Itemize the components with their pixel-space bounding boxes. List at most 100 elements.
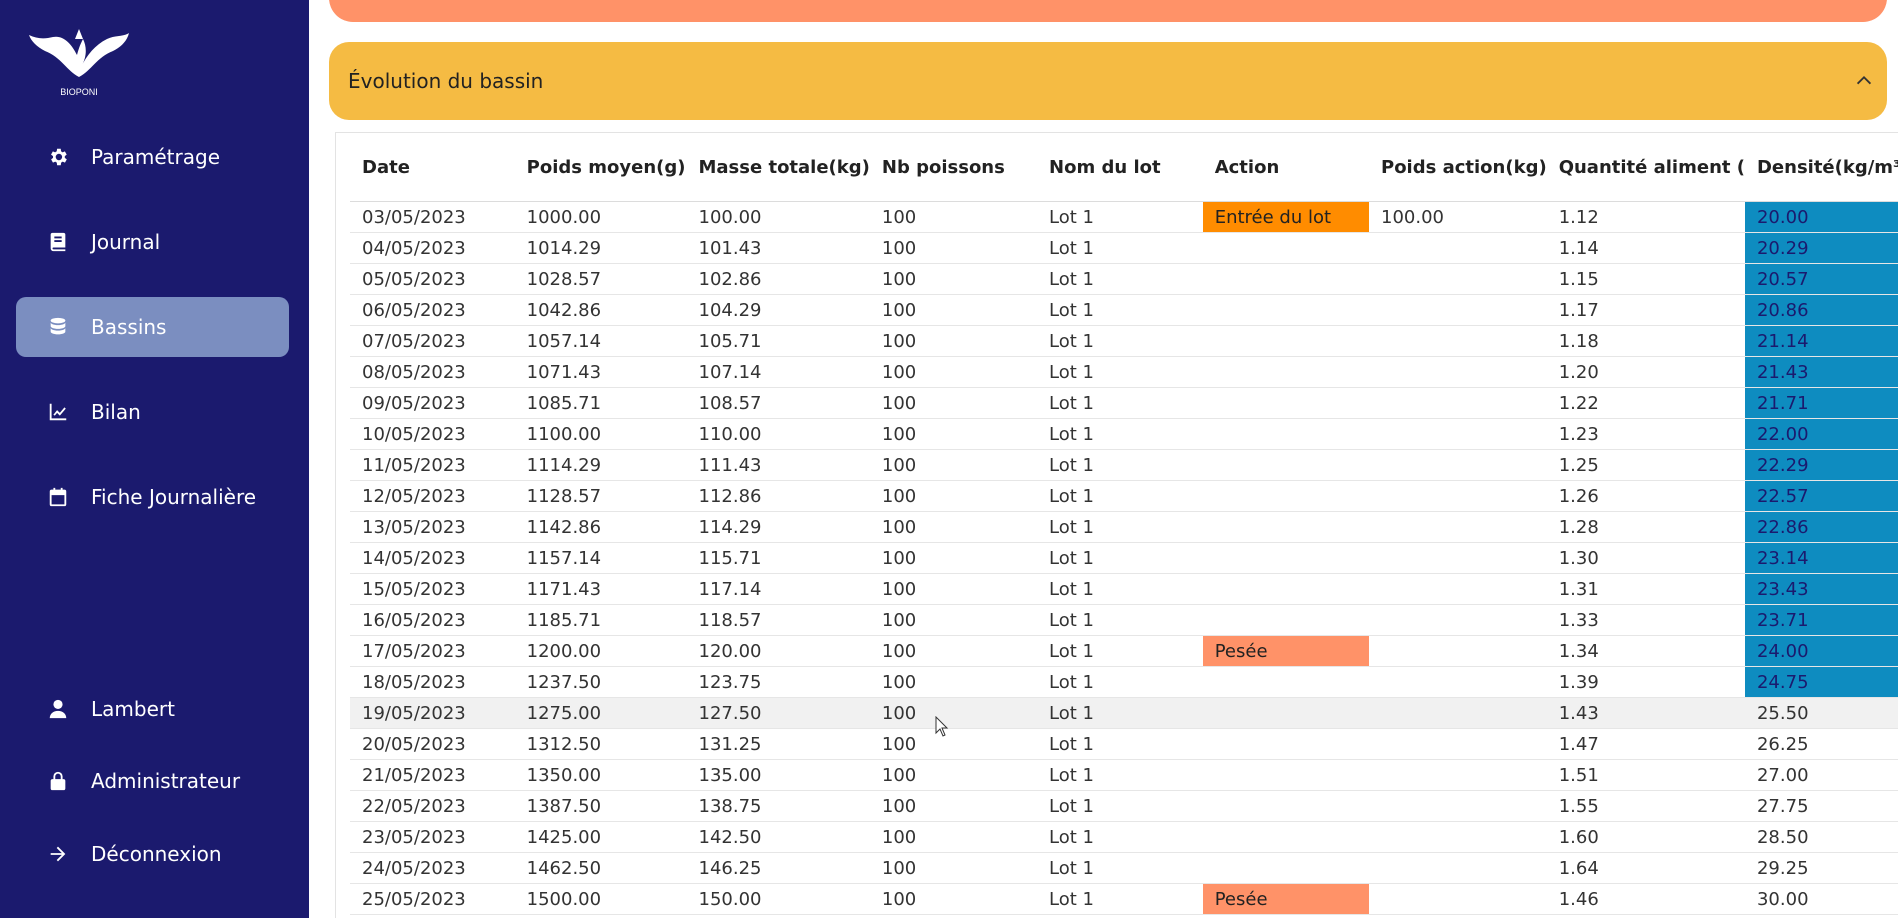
cell-date: 06/05/2023 [350, 294, 515, 326]
cell-action [1202, 821, 1369, 853]
sidebar-item-administrateur[interactable]: Administrateur [16, 751, 289, 811]
cell-poids-action [1369, 573, 1547, 605]
table-row[interactable]: 19/05/2023 1275.00 127.50 100 Lot 1 1.43 25.50 [350, 697, 1898, 729]
cell-densite: 20.00 [1744, 201, 1898, 233]
cell-action [1202, 294, 1369, 326]
cell-date: 12/05/2023 [350, 480, 515, 512]
chevron-up-icon[interactable] [1853, 69, 1875, 91]
table-row[interactable]: 18/05/2023 1237.50 123.75 100 Lot 1 1.39 24.75 [350, 666, 1898, 698]
col-header-poids-moyen[interactable]: Poids moyen(g) [514, 133, 687, 202]
table-row[interactable]: 05/05/2023 1028.57 102.86 100 Lot 1 1.15 20.57 [350, 263, 1898, 295]
cell-poids-moyen: 1425.00 [514, 821, 687, 853]
cell-quantite-aliment: 1.33 [1546, 604, 1745, 636]
cell-action [1202, 573, 1369, 605]
table-row[interactable]: 25/05/2023 1500.00 150.00 100 Lot 1 Pesée 1.46… [350, 883, 1898, 915]
cell-poids-action [1369, 697, 1547, 729]
sidebar-item-deconnexion[interactable]: Déconnexion [16, 824, 289, 884]
sidebar-item-parametrage[interactable]: Paramétrage [16, 127, 289, 187]
previous-panel-header[interactable] [329, 0, 1887, 22]
cell-poids-moyen: 1057.14 [514, 325, 687, 357]
cell-poids-action [1369, 759, 1547, 791]
sidebar-item-lambert[interactable]: Lambert [16, 679, 289, 739]
table-row[interactable]: 14/05/2023 1157.14 115.71 100 Lot 1 1.30 23.14 [350, 542, 1898, 574]
table-row[interactable]: 07/05/2023 1057.14 105.71 100 Lot 1 1.18 21.14 [350, 325, 1898, 357]
table-row[interactable]: 21/05/2023 1350.00 135.00 100 Lot 1 1.51 27.00 [350, 759, 1898, 791]
col-header-nb-poissons[interactable]: Nb poissons [869, 133, 1038, 202]
user-icon [45, 696, 71, 722]
table-row[interactable]: 08/05/2023 1071.43 107.14 100 Lot 1 1.20 21.43 [350, 356, 1898, 388]
col-header-nom-lot[interactable]: Nom du lot [1037, 133, 1203, 202]
cell-poids-moyen: 1142.86 [514, 511, 687, 543]
sidebar-item-label: Administrateur [91, 769, 241, 793]
sidebar-item-label: Fiche Journalière [91, 485, 257, 509]
cell-action [1202, 604, 1369, 636]
table-row[interactable]: 12/05/2023 1128.57 112.86 100 Lot 1 1.26 22.57 [350, 480, 1898, 512]
cell-nb-poissons: 100 [869, 511, 1038, 543]
cell-nom-lot: Lot 1 [1037, 759, 1203, 791]
cell-quantite-aliment: 1.26 [1546, 480, 1745, 512]
bioponi-logo[interactable]: BIOPONI [27, 27, 131, 99]
table-row[interactable]: 20/05/2023 1312.50 131.25 100 Lot 1 1.47 26.25 [350, 728, 1898, 760]
cell-date: 15/05/2023 [350, 573, 515, 605]
cell-action [1202, 852, 1369, 884]
col-header-densite[interactable]: Densité(kg/m³) [1744, 133, 1898, 202]
cell-quantite-aliment: 1.22 [1546, 387, 1745, 419]
cell-date: 10/05/2023 [350, 418, 515, 450]
cell-masse-totale: 127.50 [686, 697, 870, 729]
cell-quantite-aliment: 1.15 [1546, 263, 1745, 295]
cell-poids-moyen: 1500.00 [514, 883, 687, 915]
panel-body: Date Poids moyen(g) Masse totale(kg) Nb … [335, 132, 1898, 918]
cell-nom-lot: Lot 1 [1037, 418, 1203, 450]
cell-nom-lot: Lot 1 [1037, 511, 1203, 543]
table-row[interactable]: 16/05/2023 1185.71 118.57 100 Lot 1 1.33 23.71 [350, 604, 1898, 636]
table-row[interactable]: 24/05/2023 1462.50 146.25 100 Lot 1 1.64 29.25 [350, 852, 1898, 884]
col-header-action[interactable]: Action [1202, 133, 1369, 202]
table-row[interactable]: 03/05/2023 1000.00 100.00 100 Lot 1 Entrée du… [350, 201, 1898, 233]
cell-poids-action [1369, 480, 1547, 512]
col-header-quantite-aliment[interactable]: Quantité aliment ( [1546, 133, 1745, 202]
table-row[interactable]: 04/05/2023 1014.29 101.43 100 Lot 1 1.14 20.29 [350, 232, 1898, 264]
table-row[interactable]: 13/05/2023 1142.86 114.29 100 Lot 1 1.28 22.86 [350, 511, 1898, 543]
table-row[interactable]: 11/05/2023 1114.29 111.43 100 Lot 1 1.25 22.29 [350, 449, 1898, 481]
table-row[interactable]: 22/05/2023 1387.50 138.75 100 Lot 1 1.55 27.75 [350, 790, 1898, 822]
cell-poids-moyen: 1171.43 [514, 573, 687, 605]
cell-masse-totale: 138.75 [686, 790, 870, 822]
cell-quantite-aliment: 1.34 [1546, 635, 1745, 667]
col-header-poids-action[interactable]: Poids action(kg) [1369, 133, 1547, 202]
table-row[interactable]: 15/05/2023 1171.43 117.14 100 Lot 1 1.31 23.43 [350, 573, 1898, 605]
cell-densite: 21.14 [1744, 325, 1898, 357]
panel-header-evolution[interactable]: Évolution du bassin [329, 42, 1887, 120]
cell-nom-lot: Lot 1 [1037, 635, 1203, 667]
table-row[interactable]: 06/05/2023 1042.86 104.29 100 Lot 1 1.17 20.86 [350, 294, 1898, 326]
table-row[interactable]: 10/05/2023 1100.00 110.00 100 Lot 1 1.23 22.00 [350, 418, 1898, 450]
cell-poids-action [1369, 387, 1547, 419]
cell-action [1202, 728, 1369, 760]
table-row[interactable]: 23/05/2023 1425.00 142.50 100 Lot 1 1.60 28.50 [350, 821, 1898, 853]
cell-densite: 29.25 [1744, 852, 1898, 884]
table-row[interactable]: 17/05/2023 1200.00 120.00 100 Lot 1 Pesée 1.34… [350, 635, 1898, 667]
col-header-date[interactable]: Date [350, 133, 515, 202]
cell-date: 14/05/2023 [350, 542, 515, 574]
sidebar-item-bassins[interactable]: Bassins [16, 297, 289, 357]
cell-action [1202, 232, 1369, 264]
cell-poids-moyen: 1185.71 [514, 604, 687, 636]
cell-masse-totale: 117.14 [686, 573, 870, 605]
sidebar-item-fiche-journaliere[interactable]: Fiche Journalière [16, 467, 289, 527]
sidebar-item-journal[interactable]: Journal [16, 212, 289, 272]
cell-nom-lot: Lot 1 [1037, 666, 1203, 698]
cell-nom-lot: Lot 1 [1037, 697, 1203, 729]
cell-nb-poissons: 100 [869, 542, 1038, 574]
cell-densite: 22.29 [1744, 449, 1898, 481]
cell-nb-poissons: 100 [869, 356, 1038, 388]
cell-poids-action [1369, 604, 1547, 636]
cell-quantite-aliment: 1.60 [1546, 821, 1745, 853]
cell-masse-totale: 146.25 [686, 852, 870, 884]
cell-date: 05/05/2023 [350, 263, 515, 295]
book-icon [45, 229, 71, 255]
cell-masse-totale: 100.00 [686, 201, 870, 233]
sidebar-item-bilan[interactable]: Bilan [16, 382, 289, 442]
table-row[interactable]: 09/05/2023 1085.71 108.57 100 Lot 1 1.22 21.71 [350, 387, 1898, 419]
col-header-masse-totale[interactable]: Masse totale(kg) [686, 133, 870, 202]
cell-action [1202, 790, 1369, 822]
cell-nb-poissons: 100 [869, 666, 1038, 698]
